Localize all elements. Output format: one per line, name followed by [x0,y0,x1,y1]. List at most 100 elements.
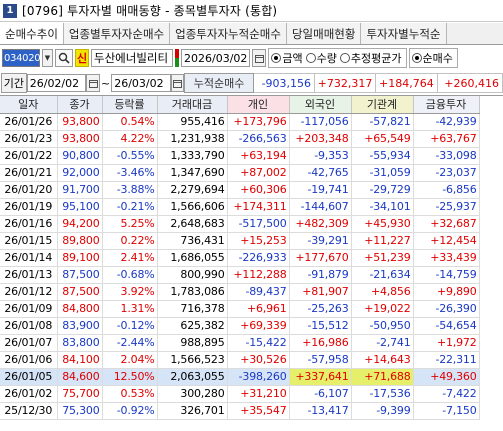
col-header-change-rate[interactable]: 등락률 [102,96,158,114]
cell-institution: -55,934 [351,147,414,165]
cell-change-rate: 2.04% [102,351,158,369]
table-row[interactable]: 26/01/13 87,500 -0.68% 800,990 +112,288 -91,8… [0,266,480,284]
period-label: 기간 [1,73,27,93]
cell-individual: +30,526 [227,351,290,369]
table-row[interactable]: 26/01/23 93,800 4.22% 1,231,938 -266,563 +203… [0,130,480,148]
tab-sector-investor-net-buy[interactable]: 업종별투자자순매수 [63,23,171,44]
table-row[interactable]: 26/01/06 84,100 2.04% 1,566,523 +30,526 -57,9… [0,351,480,369]
table-row[interactable]: 25/12/30 75,300 -0.92% 326,701 +35,547 -13,41… [0,402,480,420]
investor-trading-table[interactable]: 일자 종가 등락률 거래대금 개인 외국인 기관계 금융투자 26/01/26 9… [0,95,503,431]
cell-institution: -2,741 [351,334,414,352]
search-icon[interactable] [55,49,73,67]
cell-foreign: -6,107 [289,385,352,403]
calendar-icon[interactable] [252,49,267,67]
stock-code-input[interactable]: 034020 [2,49,41,67]
cell-financial-investment: +49,360 [413,368,480,386]
cell-trading-value: 300,280 [157,385,228,403]
table-row[interactable]: 26/01/05 84,600 12.50% 2,063,055 -398,260 +33… [0,368,480,386]
window-number-badge: 1 [3,3,17,18]
table-row[interactable]: 26/01/26 93,800 0.54% 955,416 +173,796 -117,0… [0,113,480,131]
period-from-field[interactable]: 26/02/02 [26,74,87,92]
cell-foreign: -25,263 [289,300,352,318]
table-row[interactable]: 26/01/20 91,700 -3.88% 2,279,694 +60,306 -19,… [0,181,480,199]
cell-institution: +14,643 [351,351,414,369]
cell-financial-investment: +32,687 [413,215,480,233]
cell-change-rate: -3.88% [102,181,158,199]
calendar-icon[interactable] [86,74,100,92]
cell-foreign: +337,641 [289,368,352,386]
unit-radio-group: 금액 수량 추정평균가 [268,48,407,68]
col-header-trading-value[interactable]: 거래대금 [157,96,228,114]
table-row[interactable]: 26/01/02 75,700 0.53% 300,280 +31,210 -6,107-… [0,385,480,403]
table-row[interactable]: 26/01/15 89,800 0.22% 736,431 +15,253 -39,291… [0,232,480,250]
table-row[interactable]: 26/01/14 89,100 2.41% 1,686,055 -226,933 +177… [0,249,480,267]
col-header-close[interactable]: 종가 [57,96,103,114]
cell-date: 26/01/13 [0,266,58,284]
period-to-field[interactable]: 26/03/02 [111,74,171,92]
cell-financial-investment: -54,654 [413,317,480,335]
col-header-individual[interactable]: 개인 [227,96,290,114]
cell-foreign: -19,741 [289,181,352,199]
base-date-field[interactable]: 2026/03/02 [181,49,251,67]
cell-financial-investment: +1,972 [413,334,480,352]
cell-individual: +60,306 [227,181,290,199]
tab-investor-cumulative[interactable]: 투자자별누적순 [361,23,447,44]
cell-financial-investment: -7,150 [413,402,480,420]
table-row[interactable]: 26/01/21 92,000 -3.46% 1,347,690 +87,002 -42,… [0,164,480,182]
calendar-icon[interactable] [170,74,185,92]
radio-avg-price[interactable]: 추정평균가 [339,50,402,66]
table-row[interactable]: 26/01/09 84,800 1.31% 716,378 +6,961 -25,263 +… [0,300,480,318]
cell-change-rate: 0.53% [102,385,158,403]
cell-financial-investment: -42,939 [413,113,480,131]
cell-institution: +45,930 [351,215,414,233]
stock-code-dropdown[interactable]: ▼ [42,49,53,67]
cell-individual: -226,933 [227,249,290,267]
table-row[interactable]: 26/01/22 90,800 -0.55% 1,333,790 +63,194 -9,3… [0,147,480,165]
cell-close: 90,800 [57,147,103,165]
table-row[interactable]: 26/01/08 83,900 -0.12% 625,382 +69,339 -15,51… [0,317,480,335]
cell-institution: -9,399 [351,402,414,420]
cell-close: 83,800 [57,334,103,352]
cell-close: 75,700 [57,385,103,403]
cell-trading-value: 2,648,683 [157,215,228,233]
cell-trading-value: 736,431 [157,232,228,250]
radio-quantity[interactable]: 수량 [305,50,337,66]
col-header-date[interactable]: 일자 [0,96,58,114]
cell-individual: -15,422 [227,334,290,352]
cell-close: 89,100 [57,249,103,267]
cell-change-rate: -3.46% [102,164,158,182]
cumulative-individual: -903,156 [253,73,316,93]
cell-trading-value: 1,333,790 [157,147,228,165]
cell-change-rate: 1.31% [102,300,158,318]
cell-change-rate: 0.22% [102,232,158,250]
cell-trading-value: 1,566,523 [157,351,228,369]
cell-date: 25/12/30 [0,402,58,420]
table-row[interactable]: 26/01/16 94,200 5.25% 2,648,683 -517,500 +482… [0,215,480,233]
radio-net-buy-label: 순매수 [422,52,453,65]
tab-sector-investor-cumulative[interactable]: 업종투자자누적순매수 [170,23,287,44]
tab-daily-trading-status[interactable]: 당일매매현황 [286,23,362,44]
table-row[interactable]: 26/01/07 83,800 -2.44% 988,895 -15,422 +16,98… [0,334,480,352]
radio-dot-icon [411,53,422,63]
cell-foreign: -13,417 [289,402,352,420]
table-row[interactable]: 26/01/19 95,100 -0.21% 1,566,606 +174,311 -14… [0,198,480,216]
cell-date: 26/01/12 [0,283,58,301]
cell-individual: +31,210 [227,385,290,403]
col-header-foreign[interactable]: 외국인 [289,96,352,114]
cell-foreign: +177,670 [289,249,352,267]
table-row[interactable]: 26/01/12 87,500 3.92% 1,783,086 -89,437 +81,9… [0,283,480,301]
cell-individual: -266,563 [227,130,290,148]
cell-foreign: +16,986 [289,334,352,352]
radio-amount[interactable]: 금액 [271,50,303,66]
cell-individual: -398,260 [227,368,290,386]
cell-close: 95,100 [57,198,103,216]
cell-trading-value: 1,686,055 [157,249,228,267]
radio-net-buy[interactable]: 순매수 [411,50,453,66]
cell-date: 26/01/20 [0,181,58,199]
tab-net-buy-trend[interactable]: 순매수추이 [0,23,64,44]
cell-individual: +112,288 [227,266,290,284]
col-header-institution[interactable]: 기관계 [351,96,414,114]
net-radio-group: 순매수 [408,48,458,68]
col-header-financial-investment[interactable]: 금융투자 [413,96,480,114]
cell-foreign: -117,056 [289,113,352,131]
